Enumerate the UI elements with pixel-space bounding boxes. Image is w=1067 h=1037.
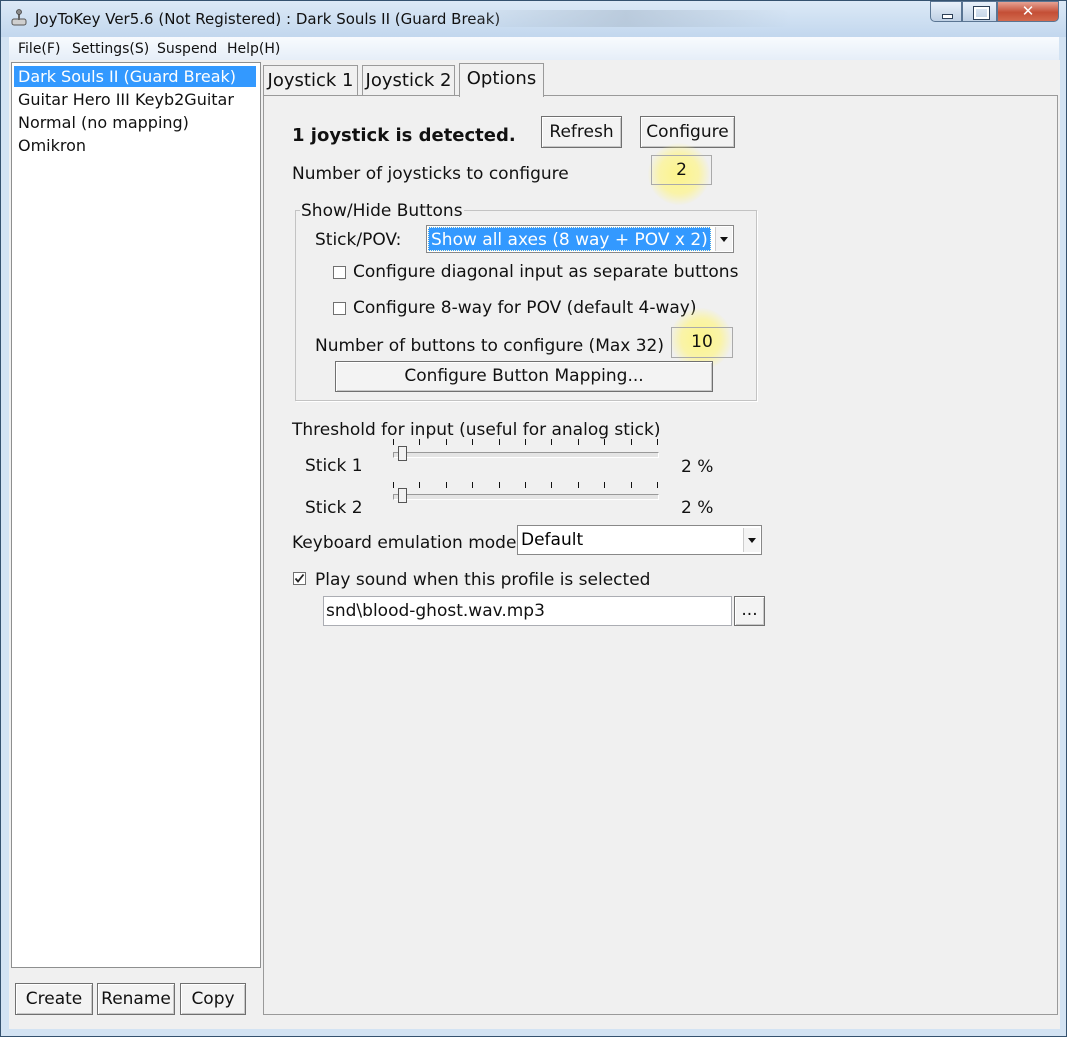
maximize-button[interactable] [962,1,997,22]
slider-tick [604,439,605,445]
slider-tick [525,482,526,488]
stick2-value: 2 % [681,498,714,518]
slider-tick [419,482,420,488]
slider-tick [551,439,552,445]
slider-tick [419,439,420,445]
pov8-label[interactable]: Configure 8-way for POV (default 4-way) [353,298,697,318]
play-sound-checkbox[interactable] [293,572,306,585]
chevron-down-icon [748,538,756,543]
menu-help[interactable]: Help(H) [227,41,280,57]
title-bar[interactable]: JoyToKey Ver5.6 (Not Registered) : Dark … [1,1,1066,37]
stick1-slider-thumb[interactable] [398,446,407,461]
joystick-app-icon [11,9,27,26]
stick2-threshold-slider[interactable] [393,482,663,512]
stick1-label: Stick 1 [305,456,363,476]
stick2-slider-track [393,494,659,500]
create-profile-button[interactable]: Create [15,983,93,1015]
slider-tick [551,482,552,488]
title-bar-blur [461,10,791,27]
maximize-icon [973,6,990,20]
num-buttons-field[interactable]: 10 [671,327,733,358]
menu-bar: File(F) Settings(S) Suspend Help(H) [9,37,1059,61]
slider-tick [393,439,394,445]
profile-list[interactable]: Dark Souls II (Guard Break) Guitar Hero … [11,62,261,968]
configure-button[interactable]: Configure [640,116,735,148]
tab-joystick-1[interactable]: Joystick 1 [263,65,358,97]
profile-item-guitar-hero[interactable]: Guitar Hero III Keyb2Guitar [14,89,238,110]
stick-pov-value: Show all axes (8 way + POV x 2) [428,227,711,251]
chevron-down-icon [720,237,728,242]
num-buttons-label: Number of buttons to configure (Max 32) [315,336,665,356]
stick1-value: 2 % [681,457,714,477]
app-window: JoyToKey Ver5.6 (Not Registered) : Dark … [0,0,1067,1037]
slider-tick [578,482,579,488]
tab-options[interactable]: Options [459,63,544,97]
play-sound-label[interactable]: Play sound when this profile is selected [315,570,650,590]
slider-tick [472,482,473,488]
sound-file-input[interactable]: snd\blood-ghost.wav.mp3 [323,596,732,626]
slider-tick [604,482,605,488]
window-title: JoyToKey Ver5.6 (Not Registered) : Dark … [35,10,501,28]
browse-sound-button[interactable]: ... [734,596,765,626]
joystick-detected-text: 1 joystick is detected. [292,125,516,146]
slider-tick [631,482,632,488]
stick-pov-dropdown[interactable] [715,227,732,251]
slider-tick [631,439,632,445]
menu-suspend[interactable]: Suspend [157,41,217,57]
client-area: Dark Souls II (Guard Break) Guitar Hero … [9,60,1060,1029]
options-panel: 1 joystick is detected. Refresh Configur… [263,95,1058,1015]
copy-profile-button[interactable]: Copy [180,983,246,1015]
stick-pov-label: Stick/POV: [315,230,402,250]
profile-item-omikron[interactable]: Omikron [14,135,90,156]
slider-tick [393,482,394,488]
slider-tick [499,439,500,445]
keyboard-mode-label: Keyboard emulation mode [292,533,517,553]
stick2-slider-thumb[interactable] [398,488,407,503]
menu-settings[interactable]: Settings(S) [72,41,149,57]
close-icon: ✕ [1021,2,1035,20]
profile-item-dark-souls[interactable]: Dark Souls II (Guard Break) [14,66,256,87]
stick-pov-select[interactable]: Show all axes (8 way + POV x 2) [426,225,734,253]
menu-file[interactable]: File(F) [18,41,60,57]
refresh-button[interactable]: Refresh [541,116,622,148]
stick1-threshold-slider[interactable] [393,439,663,469]
minimize-button[interactable] [930,1,962,22]
rename-profile-button[interactable]: Rename [97,983,175,1015]
slider-tick [446,439,447,445]
slider-tick [499,482,500,488]
tab-joystick-2[interactable]: Joystick 2 [362,65,455,97]
stick1-slider-track [393,452,659,458]
slider-tick [578,439,579,445]
slider-tick [525,439,526,445]
stick2-label: Stick 2 [305,498,363,518]
slider-tick [657,482,658,488]
minimize-icon [942,14,953,19]
num-joysticks-label: Number of joysticks to configure [292,164,569,184]
pov8-checkbox[interactable] [333,302,346,315]
keyboard-mode-value: Default [521,530,584,550]
slider-tick [446,482,447,488]
diagonal-input-label[interactable]: Configure diagonal input as separate but… [353,262,738,282]
keyboard-mode-select[interactable]: Default [517,525,762,555]
keyboard-mode-dropdown[interactable] [743,528,760,552]
slider-tick [472,439,473,445]
close-button[interactable]: ✕ [997,1,1059,22]
profile-item-normal[interactable]: Normal (no mapping) [14,112,193,133]
show-hide-group-title: Show/Hide Buttons [300,201,464,221]
num-joysticks-field[interactable]: 2 [651,155,712,185]
slider-tick [657,439,658,445]
diagonal-input-checkbox[interactable] [333,266,346,279]
checkmark-icon [294,573,305,583]
threshold-label: Threshold for input (useful for analog s… [292,420,661,440]
configure-button-mapping-button[interactable]: Configure Button Mapping... [335,361,713,392]
